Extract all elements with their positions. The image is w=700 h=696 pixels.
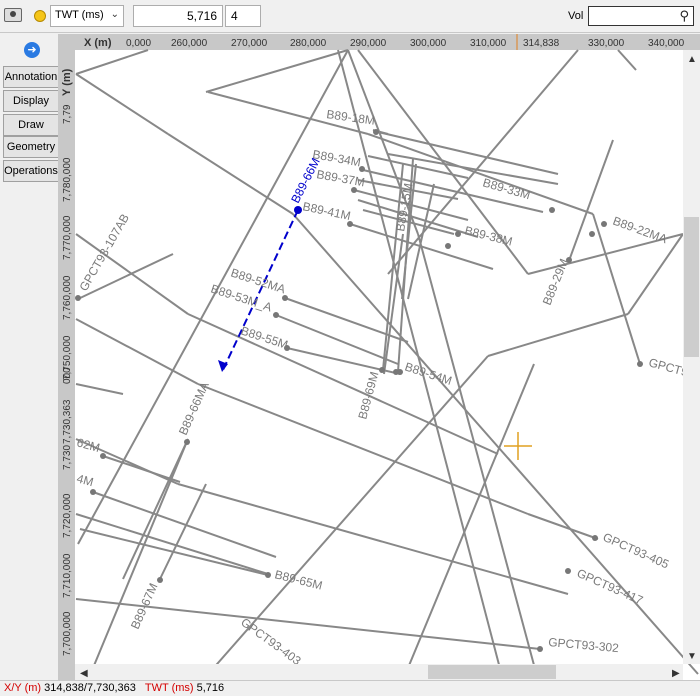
line-label: GPCT93-405 [601, 530, 672, 572]
sidebar: ➜ Annotation Display Draw Geometry Opera… [0, 34, 58, 680]
y-tick: 7,720,000 [62, 493, 73, 538]
line-label: B89-54M [403, 360, 454, 388]
line-label: B89-66MA [176, 380, 212, 437]
map-view[interactable]: X (m) 0,000 260,000 270,000 280,000 290,… [58, 34, 700, 681]
status-bar: X/Y (m) 314,838/7,730,363 TWT (ms) 5,716 [0, 680, 700, 696]
line-label: B89-69M [355, 370, 381, 421]
line-label: B89-22MA [611, 214, 669, 247]
x-tick: 314,838 [523, 38, 560, 49]
horizontal-scrollbar[interactable] [75, 664, 683, 680]
x-tick: 270,000 [231, 38, 268, 49]
time-value-input[interactable]: 5,716 [133, 5, 223, 27]
y-tick: 7,710,000 [62, 553, 73, 598]
x-tick: 310,000 [470, 38, 507, 49]
crosshair-cursor-icon [504, 432, 532, 460]
domain-select-value: TWT (ms) [55, 9, 104, 21]
line-label: B89-37M [315, 167, 365, 189]
vol-search-input[interactable]: ⚲ [588, 6, 694, 26]
tab-operations[interactable]: Operations [3, 160, 58, 182]
search-icon[interactable]: ⚲ [679, 8, 689, 24]
xy-label: X/Y (m) [4, 682, 42, 694]
y-axis-label: Y (m) [61, 68, 73, 96]
y-tick: 7,730 [62, 445, 73, 470]
scroll-right-icon[interactable]: ▶ [672, 668, 680, 679]
scroll-down-icon[interactable]: ▼ [687, 651, 697, 662]
selected-line-arrow [218, 360, 228, 372]
y-tick: 7,700,000 [62, 611, 73, 656]
domain-select[interactable]: TWT (ms) ⌄ [50, 5, 124, 27]
camera-icon[interactable] [4, 8, 22, 22]
line-label: B89-29M [540, 257, 571, 307]
x-tick: 300,000 [410, 38, 447, 49]
x-tick: 260,000 [171, 38, 208, 49]
twt-value: 5,716 [196, 682, 225, 694]
twt-label: TWT (ms) [144, 682, 194, 694]
vertical-scroll-thumb[interactable] [684, 217, 699, 357]
tab-display[interactable]: Display [3, 90, 58, 112]
vol-label: Vol [568, 10, 584, 22]
status-dot-icon[interactable] [34, 10, 46, 22]
line-label: GPCT93-107AB [76, 211, 131, 293]
xy-value: 314,838/7,730,363 [44, 682, 136, 694]
line-label: B89-41M [301, 199, 352, 223]
scroll-left-icon[interactable]: ◀ [80, 668, 88, 679]
horizontal-scroll-thumb[interactable] [428, 665, 556, 679]
y-tick: 7,79 [62, 104, 73, 124]
line-label: B89-38M [463, 223, 514, 248]
y-tick: 7,780,000 [62, 157, 73, 202]
chevron-down-icon: ⌄ [110, 9, 119, 20]
toolbar: TWT (ms) ⌄ 5,716 4 Vol ⚲ [0, 0, 700, 33]
y-tick: 000 [62, 367, 73, 384]
tab-annotation[interactable]: Annotation [3, 66, 58, 88]
line-label: GPCT93-417 [575, 566, 646, 608]
x-tick: 280,000 [290, 38, 327, 49]
x-tick: 340,000 [648, 38, 685, 49]
y-tick: 7,730,363 [62, 399, 73, 444]
y-tick: 7,770,000 [62, 215, 73, 260]
x-tick: 290,000 [350, 38, 387, 49]
scroll-up-icon[interactable]: ▲ [687, 54, 697, 65]
go-arrow-icon[interactable]: ➜ [24, 42, 40, 58]
x-tick: 330,000 [588, 38, 625, 49]
line-label: 62M [75, 435, 101, 455]
tab-draw[interactable]: Draw [3, 114, 58, 136]
line-label: GPCT93-302 [548, 635, 620, 655]
x-axis-label: X (m) [84, 37, 112, 49]
y-tick: 7,760,000 [62, 275, 73, 320]
tab-geometry[interactable]: Geometry [3, 136, 58, 158]
x-tick: 0,000 [126, 38, 151, 49]
step-input[interactable]: 4 [225, 5, 261, 27]
line-label: 4M [75, 471, 95, 489]
line-label: B89-33M [481, 175, 532, 202]
